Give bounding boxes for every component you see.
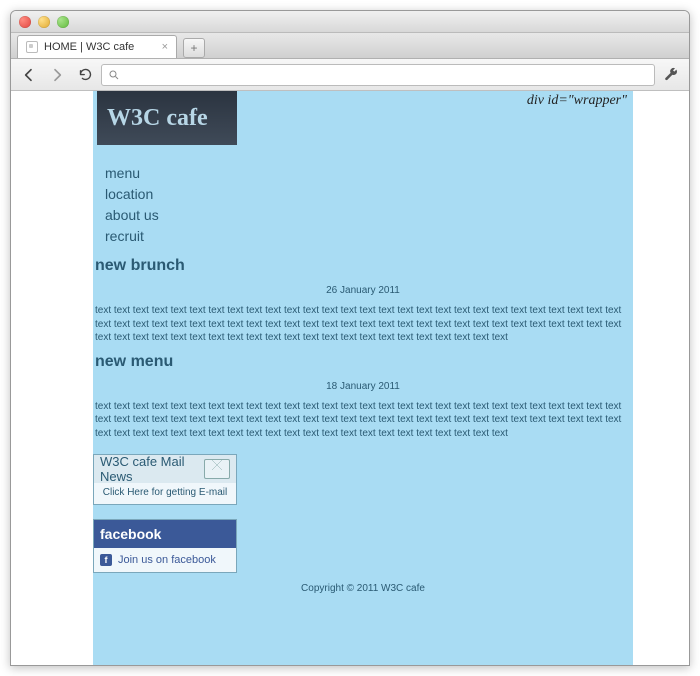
wrench-icon	[663, 67, 679, 83]
new-tab-button[interactable]: +	[183, 38, 205, 58]
post-date: 26 January 2011	[93, 285, 633, 296]
reload-icon	[78, 67, 93, 82]
tab-close-icon[interactable]: ×	[162, 41, 168, 53]
nav-about[interactable]: about us	[105, 205, 633, 226]
post: new brunch 26 January 2011 text text tex…	[93, 257, 633, 345]
fb-widget-title: facebook	[100, 526, 161, 542]
page-viewport[interactable]: div id="wrapper" W3C cafe menu location …	[11, 91, 689, 665]
post-title: new menu	[95, 353, 633, 371]
forward-icon	[49, 67, 65, 83]
devtools-overlay-label: div id="wrapper"	[527, 93, 627, 109]
nav-location[interactable]: location	[105, 184, 633, 205]
window-controls	[19, 16, 69, 28]
main-nav: menu location about us recruit	[105, 163, 633, 247]
facebook-icon: f	[100, 554, 112, 566]
close-icon[interactable]	[19, 16, 31, 28]
nav-recruit[interactable]: recruit	[105, 226, 633, 247]
mail-news-widget[interactable]: W3C cafe Mail News Click Here for gettin…	[93, 454, 237, 505]
fb-widget-sub: Join us on facebook	[118, 554, 216, 566]
nav-menu[interactable]: menu	[105, 163, 633, 184]
toolbar	[11, 59, 689, 91]
settings-button[interactable]	[659, 64, 683, 86]
zoom-icon[interactable]	[57, 16, 69, 28]
post-title: new brunch	[95, 257, 633, 275]
post-body: text text text text text text text text …	[93, 400, 633, 441]
address-bar[interactable]	[101, 64, 655, 86]
post-body: text text text text text text text text …	[93, 304, 633, 345]
post: new menu 18 January 2011 text text text …	[93, 353, 633, 441]
tab-strip: HOME | W3C cafe × +	[11, 33, 689, 59]
envelope-icon	[204, 459, 230, 479]
site-logo[interactable]: W3C cafe	[97, 91, 237, 145]
plus-icon: +	[190, 41, 197, 55]
tab-title: HOME | W3C cafe	[44, 41, 134, 53]
browser-tab[interactable]: HOME | W3C cafe ×	[17, 35, 177, 58]
mail-widget-sub: Click Here for getting E-mail	[94, 483, 236, 504]
forward-button[interactable]	[45, 64, 69, 86]
search-icon	[108, 69, 120, 81]
favicon-icon	[26, 41, 38, 53]
logo-text: W3C cafe	[107, 105, 208, 132]
back-icon	[21, 67, 37, 83]
browser-window: HOME | W3C cafe × + div id="wrapper" W3C…	[10, 10, 690, 666]
reload-button[interactable]	[73, 64, 97, 86]
page-wrapper: div id="wrapper" W3C cafe menu location …	[93, 91, 633, 665]
footer-copyright: Copyright © 2011 W3C cafe	[93, 583, 633, 594]
post-date: 18 January 2011	[93, 381, 633, 392]
titlebar	[11, 11, 689, 33]
facebook-widget[interactable]: facebook f Join us on facebook	[93, 519, 237, 573]
back-button[interactable]	[17, 64, 41, 86]
minimize-icon[interactable]	[38, 16, 50, 28]
mail-widget-title: W3C cafe Mail News	[100, 454, 204, 484]
